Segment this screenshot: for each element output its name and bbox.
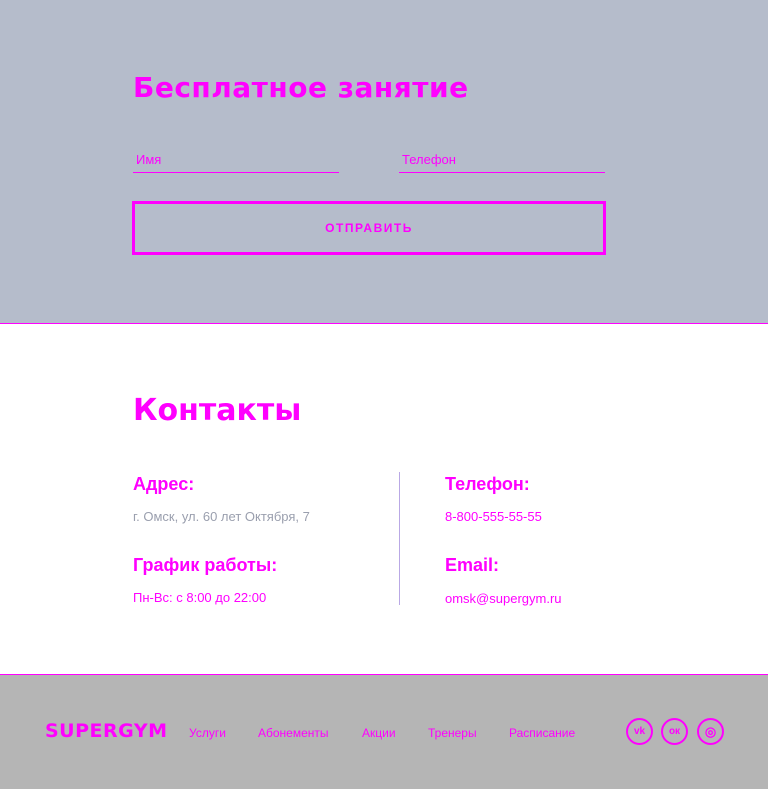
email-link[interactable]: omsk@supergym.ru	[445, 590, 562, 608]
name-field-wrapper	[133, 146, 339, 173]
odnoklassniki-icon[interactable]: ок	[661, 718, 688, 745]
nav-item-schedule[interactable]: Расписание	[509, 725, 575, 741]
instagram-icon[interactable]: ◎	[697, 718, 724, 745]
contacts-title: Контакты	[133, 393, 302, 428]
vk-icon[interactable]: vk	[626, 718, 653, 745]
free-lesson-section: Бесплатное занятие ОТПРАВИТЬ	[0, 0, 768, 324]
footer-logo[interactable]: SUPERGYM	[45, 720, 168, 742]
schedule-label: График работы:	[133, 555, 278, 575]
phone-link[interactable]: 8-800-555-55-55	[445, 508, 542, 526]
name-input[interactable]	[133, 146, 339, 172]
footer: SUPERGYM Услуги Абонементы Акции Тренеры…	[0, 674, 768, 789]
nav-item-services[interactable]: Услуги	[189, 725, 226, 741]
phone-input[interactable]	[399, 146, 605, 172]
schedule-value: Пн-Вс: с 8:00 до 22:00	[133, 590, 267, 605]
nav-item-promotions[interactable]: Акции	[362, 725, 396, 741]
address-value: г. Омск, ул. 60 лет Октября, 7	[133, 509, 310, 524]
nav-item-memberships[interactable]: Абонементы	[258, 725, 329, 741]
phone-field-wrapper	[399, 146, 605, 173]
email-label: Email:	[445, 555, 500, 575]
phone-label: Телефон:	[445, 474, 530, 494]
address-label: Адрес:	[133, 474, 195, 494]
free-lesson-title: Бесплатное занятие	[133, 71, 469, 104]
nav-item-trainers[interactable]: Тренеры	[428, 725, 477, 741]
submit-button[interactable]: ОТПРАВИТЬ	[132, 201, 606, 255]
contacts-divider	[399, 472, 400, 605]
